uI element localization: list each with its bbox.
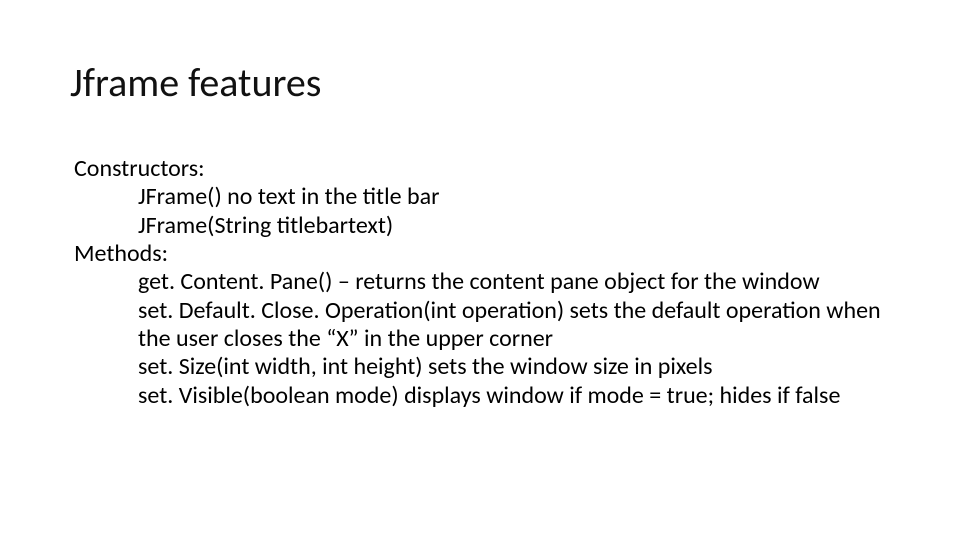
- constructor-item: JFrame(String titlebartext): [138, 212, 890, 240]
- slide-body: Constructors: JFrame() no text in the ti…: [70, 155, 890, 410]
- method-item: set. Size(int width, int height) sets th…: [138, 353, 890, 381]
- constructor-item: JFrame() no text in the title bar: [138, 183, 890, 211]
- method-item: set. Default. Close. Operation(int opera…: [138, 297, 890, 354]
- constructors-heading: Constructors:: [74, 155, 890, 183]
- method-item: set. Visible(boolean mode) displays wind…: [138, 382, 890, 410]
- slide: Jframe features Constructors: JFrame() n…: [0, 0, 960, 540]
- methods-heading: Methods:: [74, 240, 890, 268]
- method-item: get. Content. Pane() – returns the conte…: [138, 268, 890, 296]
- slide-title: Jframe features: [70, 58, 890, 107]
